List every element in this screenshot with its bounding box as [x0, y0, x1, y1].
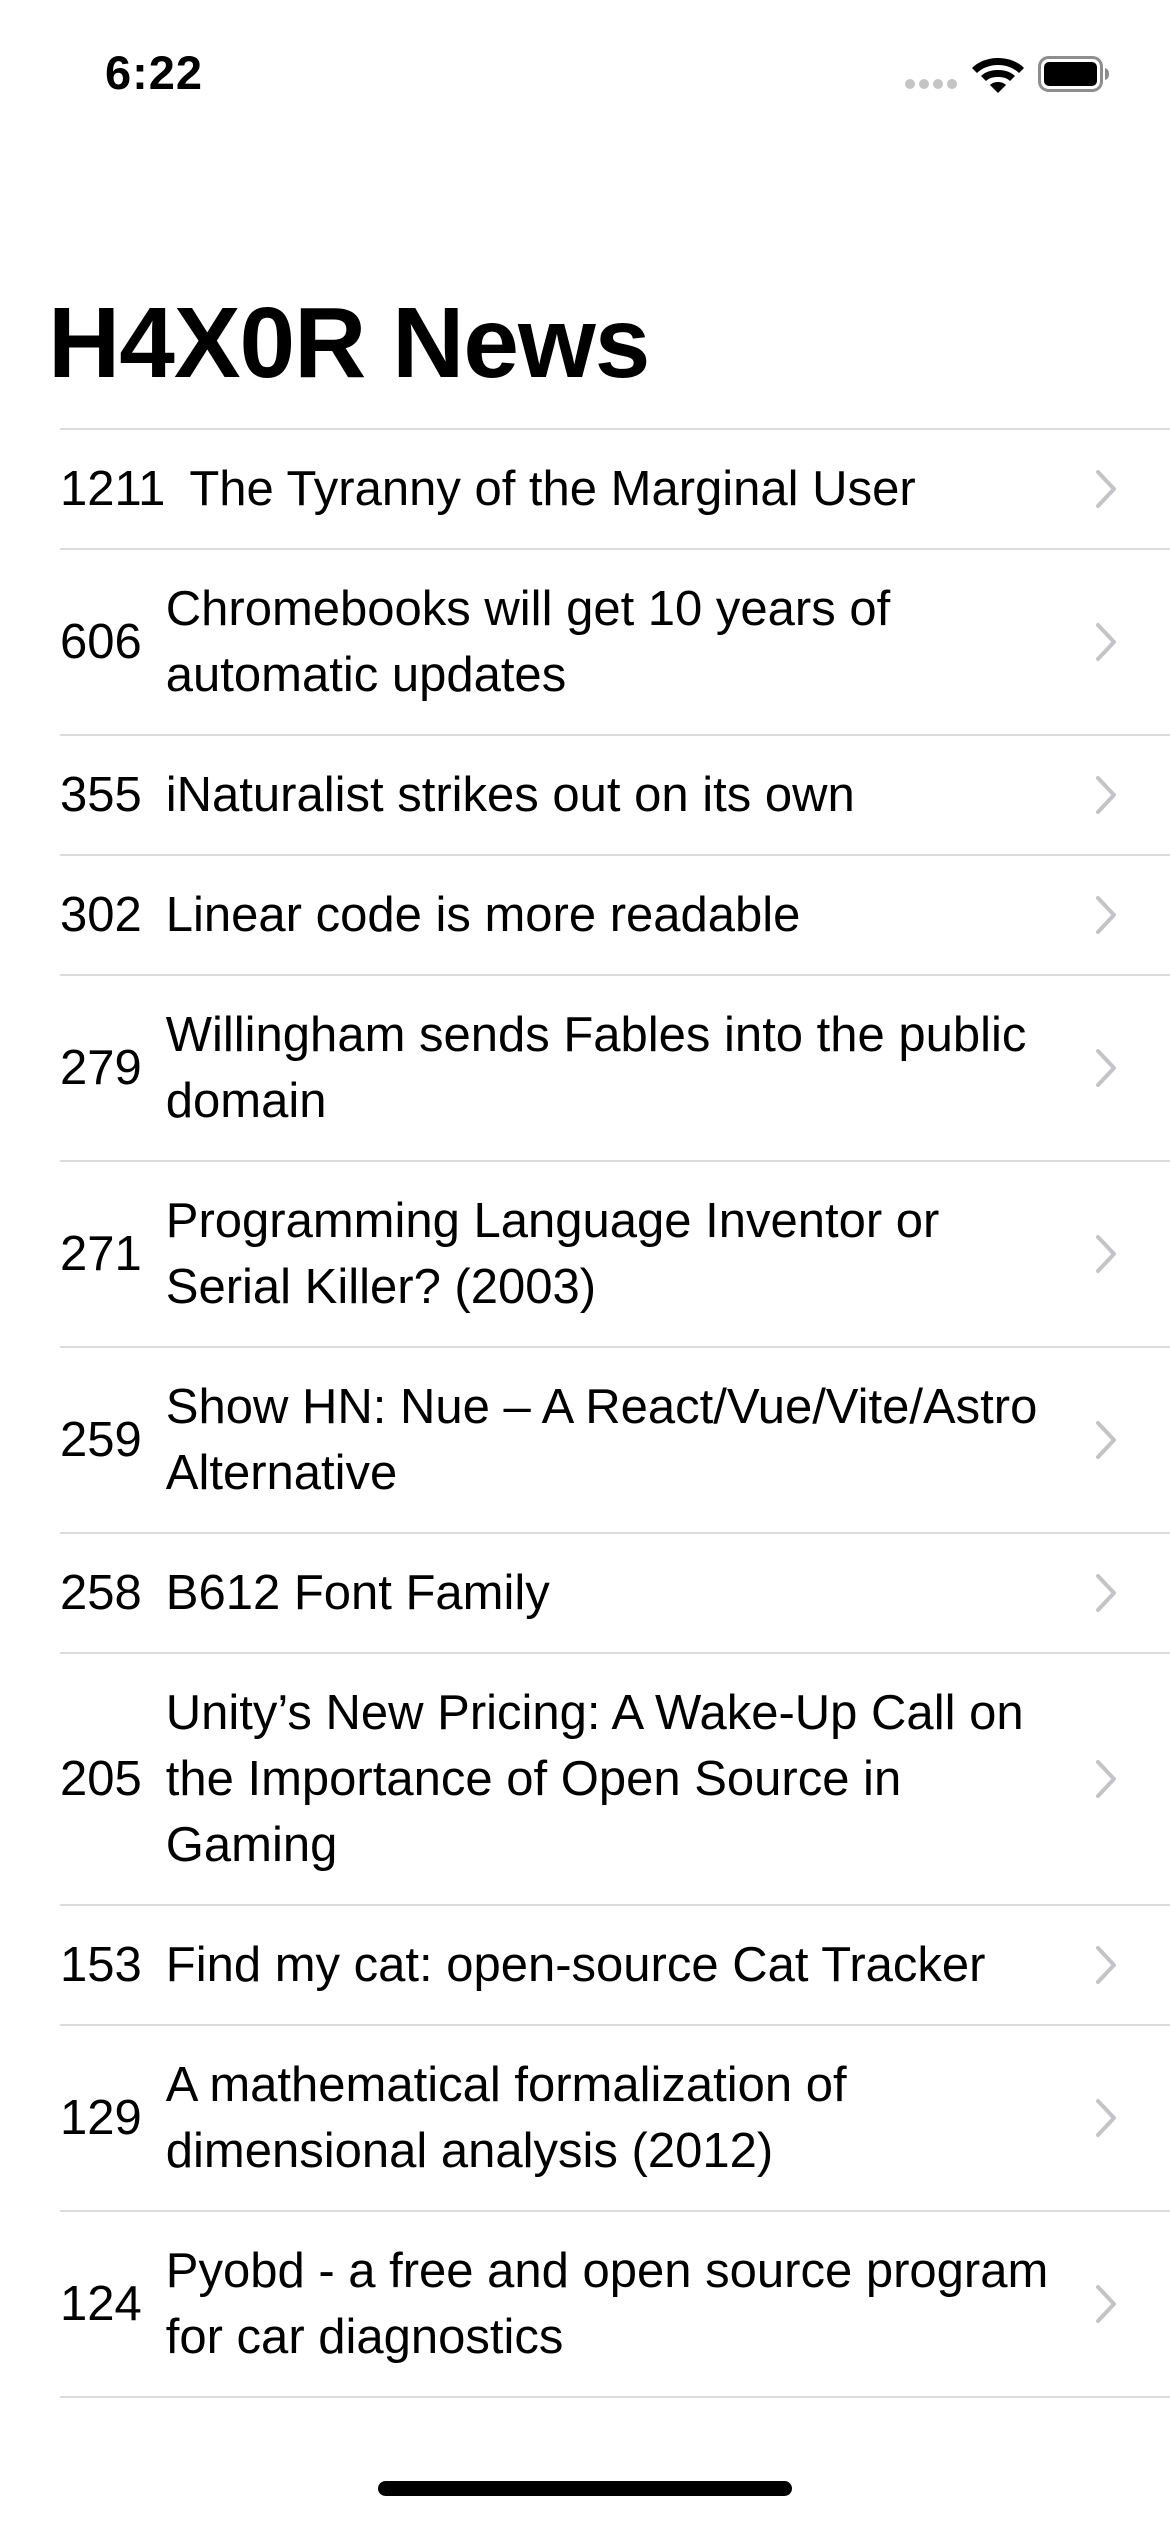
chevron-right-icon	[1096, 1574, 1116, 1612]
story-title: Linear code is more readable	[165, 888, 801, 942]
battery-icon	[1038, 56, 1109, 92]
story-list: 1211 The Tyranny of the Marginal User 606 C…	[0, 428, 1170, 2398]
story-row[interactable]: 124 Pyobd - a free and open source progra…	[60, 2210, 1170, 2398]
story-points: 153	[60, 1938, 142, 1992]
home-indicator[interactable]	[378, 2481, 792, 2496]
story-title: The Tyranny of the Marginal User	[189, 462, 916, 516]
story-title: iNaturalist strikes out on its own	[165, 768, 855, 822]
story-row[interactable]: 606 Chromebooks will get 10 years of auto…	[60, 548, 1170, 734]
story-points: 279	[60, 1041, 142, 1095]
chevron-right-icon	[1096, 1946, 1116, 1984]
story-title: A mathematical formalization of dimensio…	[165, 2058, 847, 2178]
status-time: 6:22	[105, 46, 204, 99]
story-points: 302	[60, 888, 142, 942]
story-row[interactable]: 355 iNaturalist strikes out on its own	[60, 734, 1170, 854]
story-row[interactable]: 1211 The Tyranny of the Marginal User	[60, 428, 1170, 548]
status-bar: 6:22	[0, 0, 1170, 150]
chevron-right-icon	[1096, 1049, 1116, 1087]
chevron-right-icon	[1096, 2099, 1116, 2137]
story-row[interactable]: 205 Unity’s New Pricing: A Wake-Up Call o…	[60, 1652, 1170, 1904]
signal-dots-icon	[905, 79, 957, 91]
chevron-right-icon	[1096, 1421, 1116, 1459]
story-points: 355	[60, 768, 142, 822]
wifi-icon	[972, 58, 1024, 93]
story-points: 205	[60, 1752, 142, 1806]
story-points: 271	[60, 1227, 142, 1281]
story-points: 1211	[60, 462, 166, 516]
chevron-right-icon	[1096, 1760, 1116, 1798]
chevron-right-icon	[1096, 470, 1116, 508]
story-title: Pyobd - a free and open source program f…	[165, 2244, 1049, 2364]
story-title: Show HN: Nue – A React/Vue/Vite/Astro Al…	[165, 1380, 1038, 1500]
story-row[interactable]: 129 A mathematical formalization of dimen…	[60, 2024, 1170, 2210]
story-points: 259	[60, 1413, 142, 1467]
chevron-right-icon	[1096, 623, 1116, 661]
chevron-right-icon	[1096, 776, 1116, 814]
story-title: B612 Font Family	[165, 1566, 550, 1620]
story-row[interactable]: 302 Linear code is more readable	[60, 854, 1170, 974]
chevron-right-icon	[1096, 2285, 1116, 2323]
story-points: 129	[60, 2091, 142, 2145]
story-title: Unity’s New Pricing: A Wake-Up Call on t…	[165, 1686, 1024, 1872]
chevron-right-icon	[1096, 896, 1116, 934]
story-row[interactable]: 271 Programming Language Inventor or Seri…	[60, 1160, 1170, 1346]
story-row[interactable]: 153 Find my cat: open-source Cat Tracker	[60, 1904, 1170, 2024]
story-row[interactable]: 258 B612 Font Family	[60, 1532, 1170, 1652]
story-title: Find my cat: open-source Cat Tracker	[165, 1938, 986, 1992]
story-title: Willingham sends Fables into the public …	[165, 1008, 1027, 1128]
story-points: 258	[60, 1566, 142, 1620]
story-points: 606	[60, 615, 142, 669]
story-title: Chromebooks will get 10 years of automat…	[165, 582, 891, 702]
story-title: Programming Language Inventor or Serial …	[165, 1194, 940, 1314]
page-title: H4X0R News	[48, 287, 650, 399]
story-row[interactable]: 259 Show HN: Nue – A React/Vue/Vite/Astro…	[60, 1346, 1170, 1532]
story-points: 124	[60, 2277, 142, 2331]
chevron-right-icon	[1096, 1235, 1116, 1273]
story-row[interactable]: 279 Willingham sends Fables into the publ…	[60, 974, 1170, 1160]
